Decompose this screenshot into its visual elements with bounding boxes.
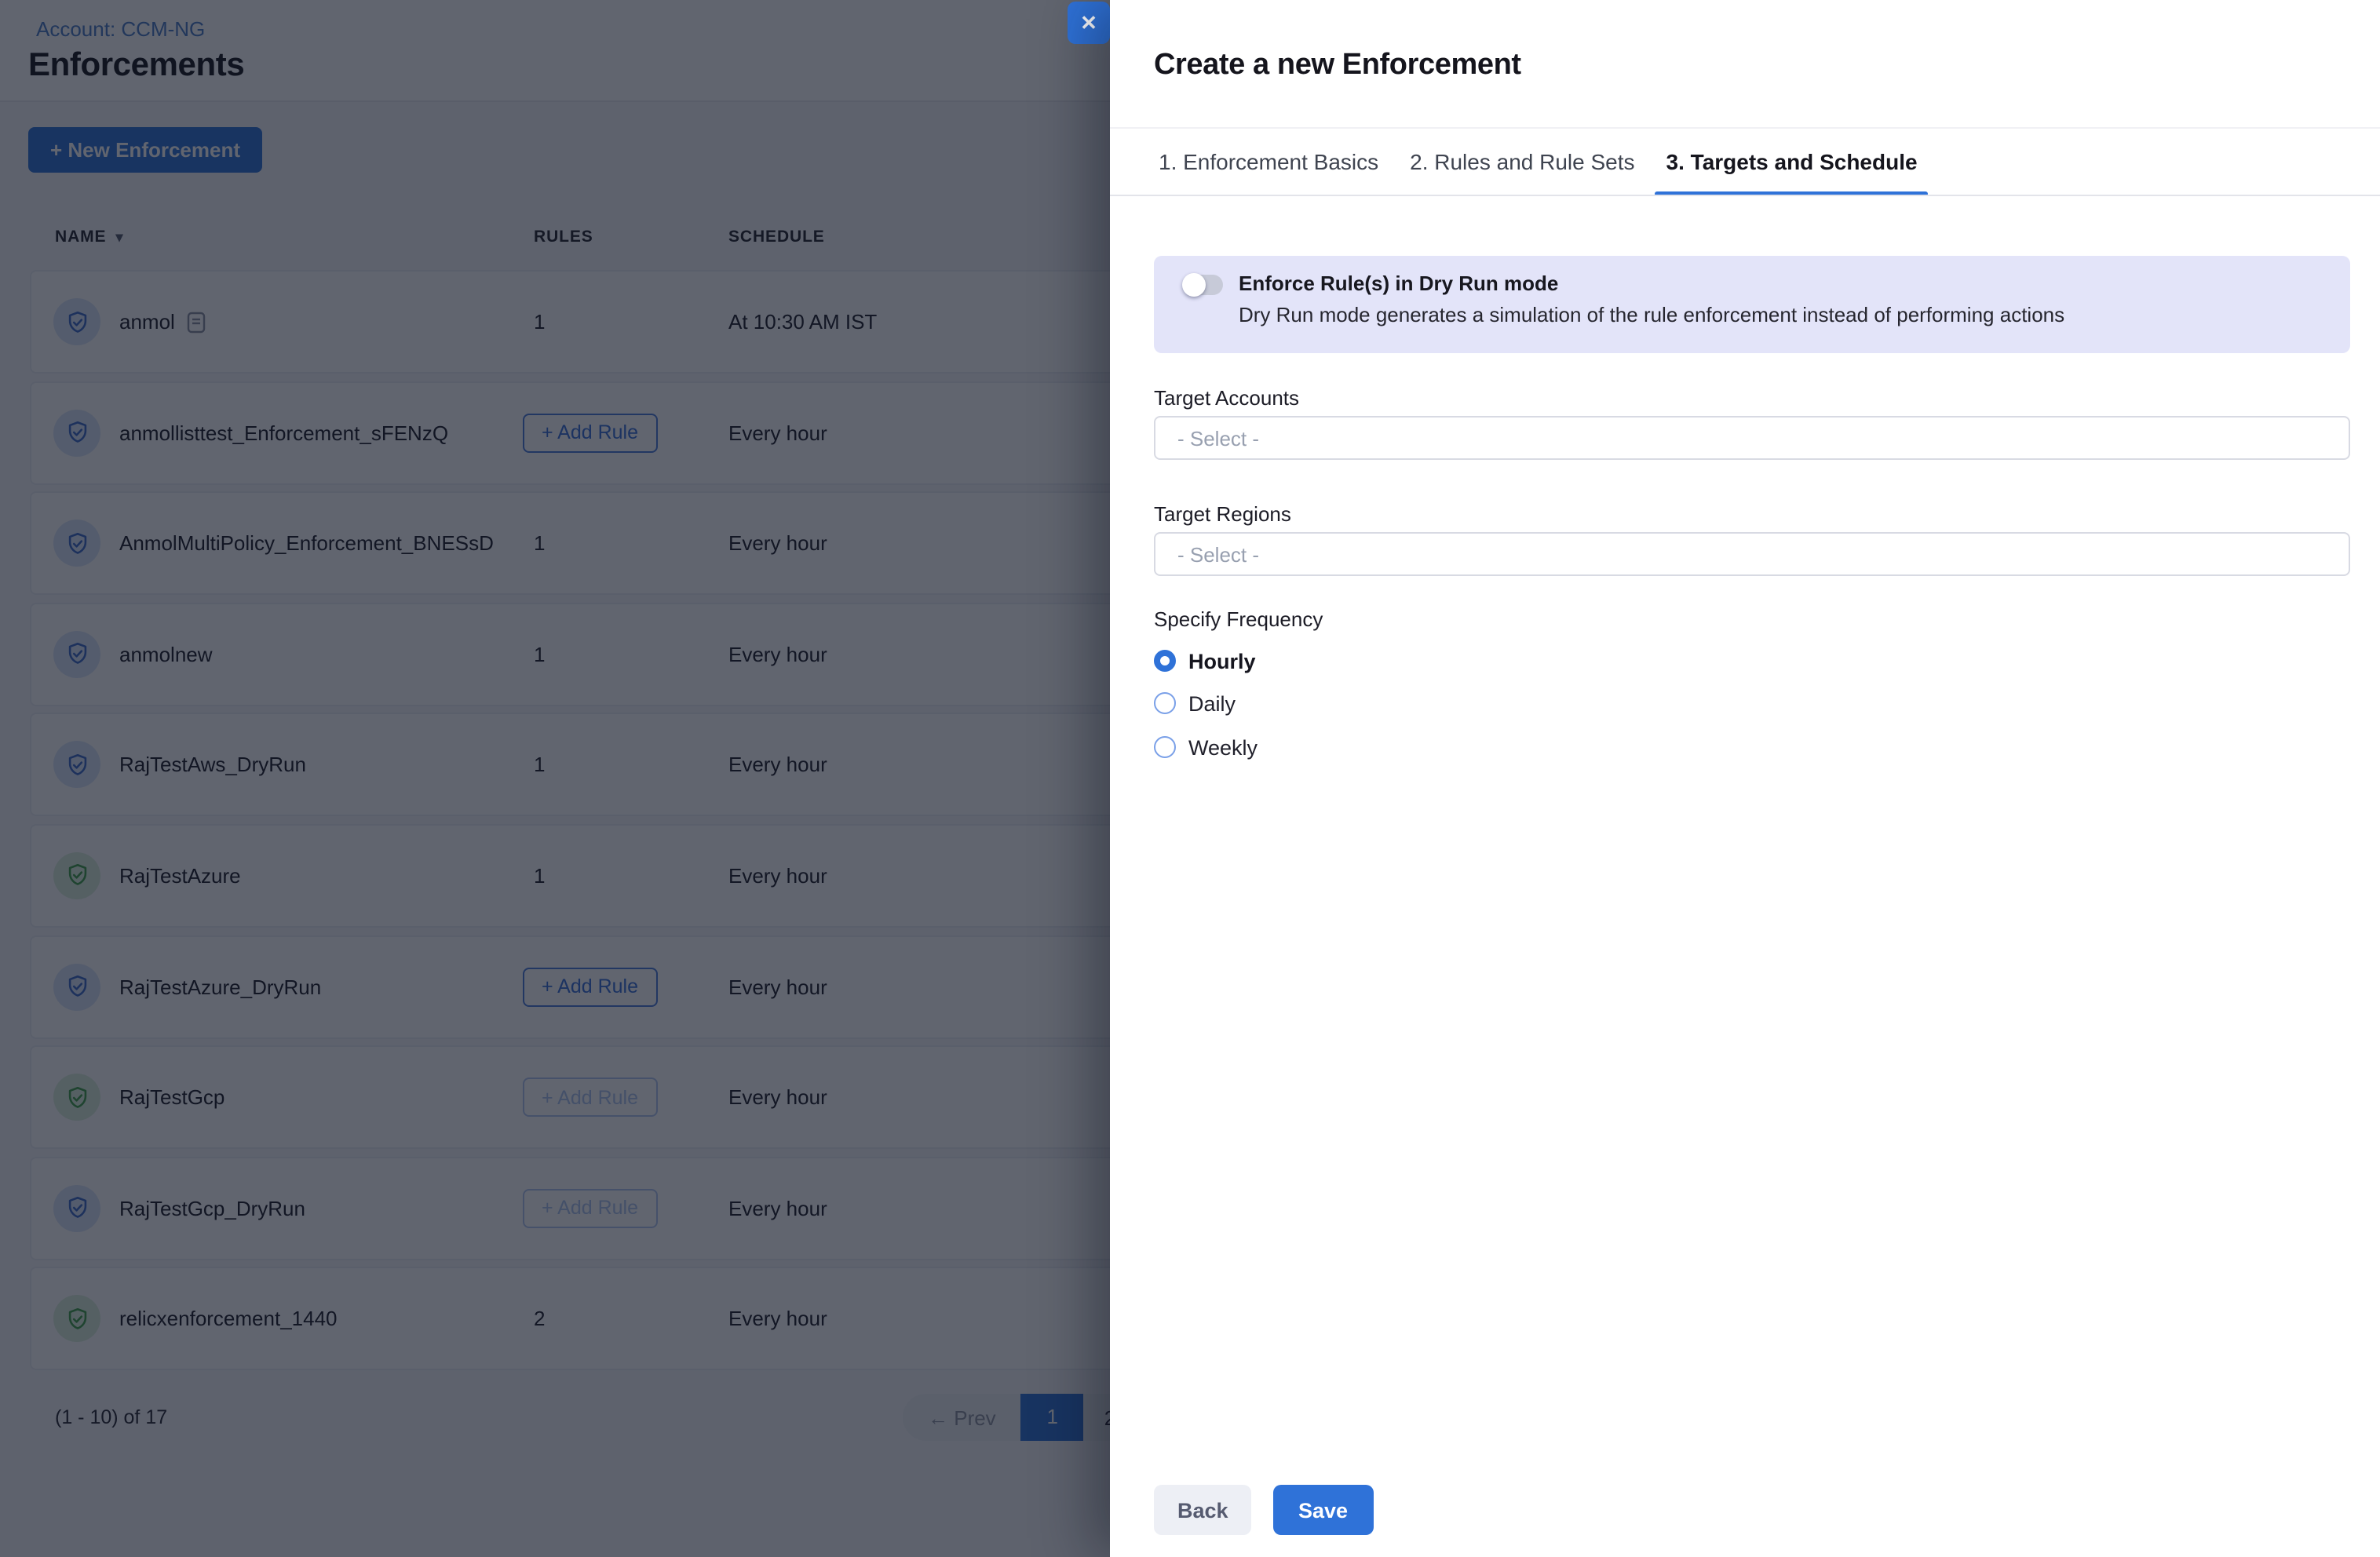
drawer-title: Create a new Enforcement xyxy=(1154,49,1521,83)
frequency-option-label: Daily xyxy=(1188,691,1236,715)
target-accounts-placeholder: - Select - xyxy=(1177,426,1259,450)
frequency-radio-daily[interactable]: Daily xyxy=(1154,687,1236,719)
frequency-option-label: Weekly xyxy=(1188,735,1258,759)
tab-rules-and-rule-sets[interactable]: 2. Rules and Rule Sets xyxy=(1399,129,1645,195)
radio-selected-icon xyxy=(1154,650,1176,672)
create-enforcement-drawer: Create a new Enforcement 1. Enforcement … xyxy=(1110,0,2380,1557)
save-button[interactable]: Save xyxy=(1273,1485,1373,1535)
target-regions-label: Target Regions xyxy=(1154,502,1291,526)
target-accounts-select[interactable]: - Select - xyxy=(1154,416,2350,460)
radio-unselected-icon xyxy=(1154,736,1176,758)
toggle-knob xyxy=(1182,273,1206,297)
target-regions-select[interactable]: - Select - xyxy=(1154,532,2350,576)
frequency-radio-weekly[interactable]: Weekly xyxy=(1154,731,1258,763)
dry-run-toggle[interactable] xyxy=(1184,275,1223,295)
drawer-tabs: 1. Enforcement Basics 2. Rules and Rule … xyxy=(1148,129,1929,195)
close-icon[interactable]: ✕ xyxy=(1068,2,1110,44)
dry-run-title: Enforce Rule(s) in Dry Run mode xyxy=(1239,272,1558,295)
tab-enforcement-basics[interactable]: 1. Enforcement Basics xyxy=(1148,129,1389,195)
dry-run-description: Dry Run mode generates a simulation of t… xyxy=(1239,303,2064,326)
dry-run-banner: Enforce Rule(s) in Dry Run mode Dry Run … xyxy=(1154,256,2350,353)
frequency-radio-hourly[interactable]: Hourly xyxy=(1154,645,1256,676)
tab-targets-and-schedule[interactable]: 3. Targets and Schedule xyxy=(1655,129,1929,195)
back-button[interactable]: Back xyxy=(1154,1485,1252,1535)
app-viewport: Account: CCM-NG Enforcements + New Enfor… xyxy=(0,0,2380,1557)
target-regions-placeholder: - Select - xyxy=(1177,542,1259,566)
specify-frequency-label: Specify Frequency xyxy=(1154,607,1323,631)
target-accounts-label: Target Accounts xyxy=(1154,386,1299,410)
tabs-bottom-divider xyxy=(1110,195,2380,196)
frequency-option-label: Hourly xyxy=(1188,649,1256,673)
radio-unselected-icon xyxy=(1154,692,1176,714)
